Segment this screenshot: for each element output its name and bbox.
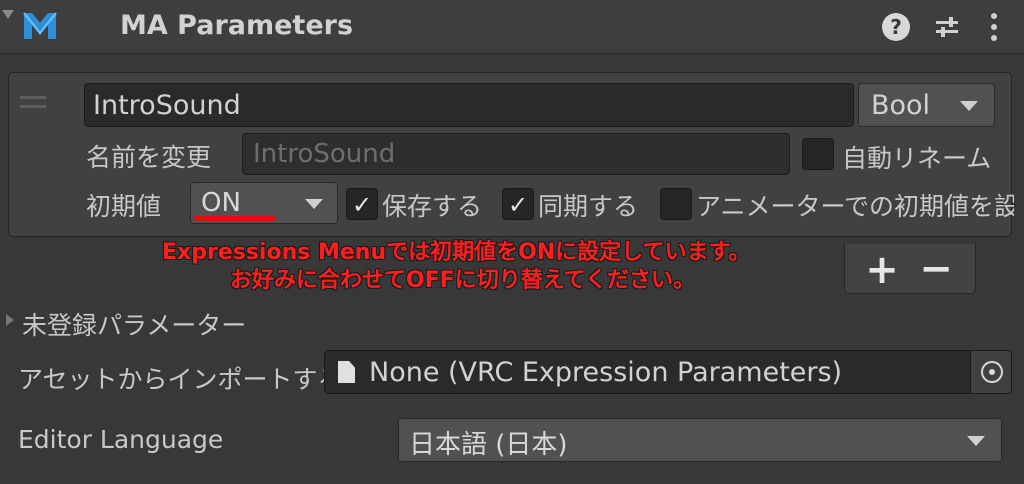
- editor-language-dropdown[interactable]: 日本語 (日本): [398, 418, 1002, 462]
- annotation-line-2: お好みに合わせてOFFに切り替えてください。: [230, 268, 696, 293]
- target-dot: [989, 369, 995, 375]
- remove-button[interactable]: −: [916, 249, 956, 289]
- animator-default-checkbox[interactable]: [660, 188, 692, 220]
- preset-icon[interactable]: [934, 14, 960, 40]
- initial-value-label: 初期値: [86, 192, 162, 221]
- parameter-type-value: Bool: [871, 90, 931, 121]
- add-button[interactable]: +: [862, 250, 902, 290]
- editor-language-value: 日本語 (日本): [409, 430, 568, 460]
- parameter-name-field[interactable]: IntroSound: [84, 83, 854, 127]
- save-checkbox[interactable]: ✓: [346, 188, 378, 220]
- parameter-type-dropdown[interactable]: Bool: [858, 83, 995, 127]
- import-asset-field[interactable]: None (VRC Expression Parameters): [324, 350, 972, 394]
- modular-avatar-logo-icon: [23, 12, 57, 39]
- help-icon[interactable]: ?: [882, 13, 910, 41]
- foldout-arrow-icon[interactable]: [6, 314, 14, 326]
- chevron-down-icon: [967, 436, 985, 446]
- chevron-down-icon: [960, 101, 978, 111]
- auto-rename-checkbox[interactable]: [802, 138, 834, 170]
- rename-field[interactable]: IntroSound: [242, 133, 790, 175]
- auto-rename-label: 自動リネーム: [842, 144, 992, 173]
- sync-label: 同期する: [538, 192, 639, 221]
- annotation-underline: [194, 216, 276, 221]
- rename-label: 名前を変更: [86, 143, 212, 172]
- foldout-arrow-icon[interactable]: [2, 10, 14, 19]
- import-label: アセットからインポートする: [18, 365, 343, 394]
- animator-default-label: アニメーターでの初期値を設: [696, 192, 1014, 221]
- unregistered-parameters-foldout[interactable]: 未登録パラメーター: [22, 306, 246, 342]
- initial-value: ON: [201, 188, 241, 218]
- drag-handle-icon[interactable]: [20, 96, 46, 108]
- sync-checkbox[interactable]: ✓: [502, 188, 534, 220]
- component-title: MA Parameters: [120, 10, 354, 41]
- chevron-down-icon: [305, 199, 323, 209]
- save-label: 保存する: [382, 192, 483, 221]
- kebab-menu-icon[interactable]: [988, 12, 1000, 42]
- editor-language-label: Editor Language: [18, 425, 224, 454]
